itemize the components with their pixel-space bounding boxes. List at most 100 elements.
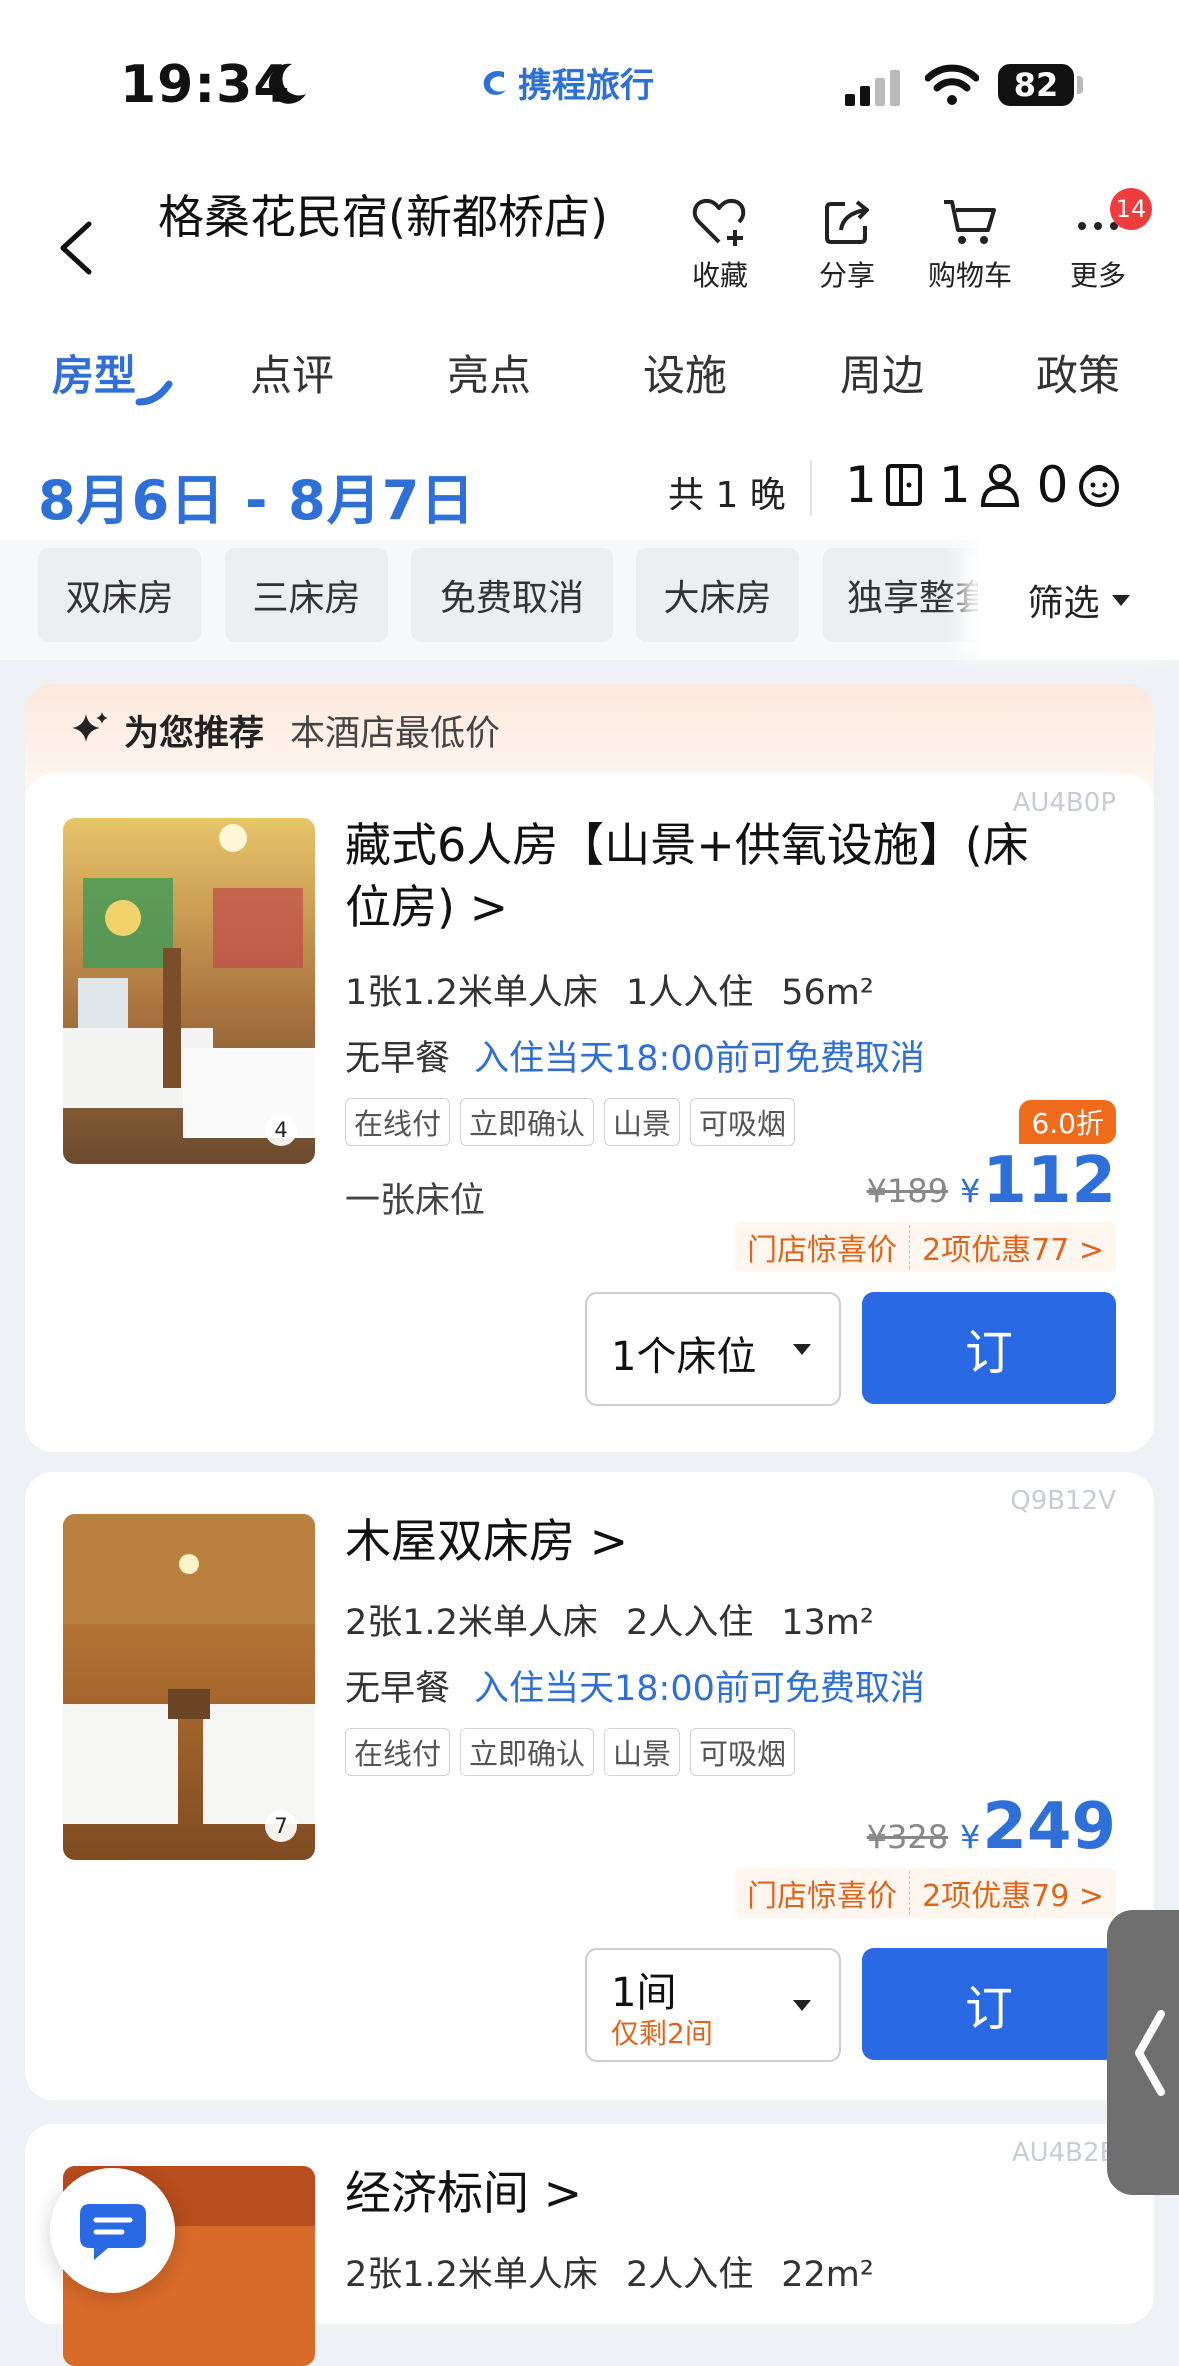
book-button[interactable]: 订 bbox=[862, 1292, 1116, 1404]
chevron-down-icon bbox=[793, 2000, 811, 2011]
back-arrow-icon[interactable] bbox=[55, 220, 95, 276]
tag: 在线付 bbox=[345, 1098, 451, 1146]
chip-free-cancel[interactable]: 免费取消 bbox=[411, 548, 613, 642]
chip-king-room[interactable]: 大床房 bbox=[636, 548, 799, 642]
room-policy: 无早餐 入住当天18:00前可免费取消 bbox=[345, 1030, 925, 1081]
share-label: 分享 bbox=[818, 259, 875, 292]
breakfast-info: 无早餐 bbox=[345, 1039, 451, 1079]
room-name-line1: 藏式6人房【山景+供氧设施】(床 bbox=[345, 818, 1029, 872]
stay-dates[interactable]: 8月6日 - 8月7日 bbox=[38, 456, 475, 535]
promo-detail: 2项优惠77 > bbox=[922, 1233, 1104, 1268]
tag: 山景 bbox=[604, 1098, 681, 1146]
promo-info[interactable]: 门店惊喜价 2项优惠77 > bbox=[735, 1222, 1116, 1272]
promo-label: 门店惊喜价 bbox=[735, 1225, 911, 1269]
room-photo-image bbox=[63, 1514, 315, 1860]
room-tags: 在线付 立即确认 山景 可吸烟 bbox=[345, 1728, 805, 1776]
tag: 山景 bbox=[604, 1728, 681, 1776]
battery-indicator: 82 bbox=[998, 64, 1074, 106]
adult-icon bbox=[980, 464, 1019, 507]
room-note: 一张床位 bbox=[345, 1181, 486, 1221]
cancel-policy: 入住当天18:00前可免费取消 bbox=[474, 1039, 925, 1079]
breakfast-info: 无早餐 bbox=[345, 1669, 451, 1709]
tab-highlights[interactable]: 亮点 bbox=[447, 342, 531, 403]
room-specs: 1张1.2米单人床 1人入住 56m² bbox=[345, 964, 874, 1015]
current-price: 112 bbox=[982, 1144, 1116, 1218]
room-tags: 在线付 立即确认 山景 可吸烟 bbox=[345, 1098, 805, 1146]
discount-badge: 6.0折 bbox=[1019, 1100, 1116, 1144]
promo-label: 门店惊喜价 bbox=[735, 1871, 911, 1915]
guest-selector[interactable]: 1 1 0 bbox=[845, 456, 1138, 514]
favorite-button[interactable]: 收藏 bbox=[665, 196, 775, 294]
bed-info: 2张1.2米单人床 bbox=[345, 2255, 598, 2295]
room-name[interactable]: 藏式6人房【山景+供氧设施】(床 位房) > bbox=[345, 814, 1029, 938]
tab-active-indicator bbox=[135, 380, 173, 406]
divider bbox=[810, 460, 812, 516]
tab-facilities[interactable]: 设施 bbox=[643, 342, 727, 403]
tab-policies[interactable]: 政策 bbox=[1036, 342, 1120, 403]
app-brand: 携程旅行 bbox=[478, 58, 654, 107]
quantity-value: 1个床位 bbox=[611, 1334, 757, 1380]
tab-room-types[interactable]: 房型 bbox=[52, 342, 136, 403]
wifi-icon bbox=[925, 64, 979, 105]
chevron-down-icon bbox=[1111, 594, 1130, 606]
rooms-count: 1 bbox=[845, 456, 877, 514]
current-price: 249 bbox=[982, 1790, 1116, 1864]
heart-plus-icon bbox=[692, 198, 746, 246]
hotel-title: 格桑花民宿(新都桥店) bbox=[158, 190, 608, 244]
tab-bar: 房型 点评 亮点 设施 周边 政策 bbox=[0, 320, 1179, 420]
chat-button[interactable] bbox=[50, 2168, 175, 2293]
tab-nearby[interactable]: 周边 bbox=[840, 342, 924, 403]
brand-text: 携程旅行 bbox=[518, 66, 654, 106]
room-photo-image bbox=[63, 818, 315, 1164]
price: ¥189 ¥ 112 bbox=[867, 1144, 1116, 1218]
recommend-title: 为您推荐 bbox=[124, 713, 265, 754]
room-name-line2: 位房) > bbox=[345, 880, 509, 934]
hotel-header: 格桑花民宿(新都桥店) 收藏 分享 购物车 更多 14 bbox=[0, 170, 1179, 320]
tab-reviews[interactable]: 点评 bbox=[250, 342, 334, 403]
promo-detail: 2项优惠79 > bbox=[922, 1879, 1104, 1914]
child-icon bbox=[1079, 465, 1120, 507]
children-count: 0 bbox=[1036, 456, 1069, 514]
promo-info[interactable]: 门店惊喜价 2项优惠79 > bbox=[735, 1868, 1116, 1918]
original-price: ¥189 bbox=[866, 1172, 949, 1210]
adults-count: 1 bbox=[938, 456, 971, 514]
quantity-selector[interactable]: 1个床位 bbox=[585, 1292, 841, 1406]
room-specs: 2张1.2米单人床 2人入住 22m² bbox=[345, 2246, 874, 2297]
filter-label: 筛选 bbox=[1027, 583, 1100, 624]
room-specs: 2张1.2米单人床 2人入住 13m² bbox=[345, 1594, 874, 1645]
filter-bar: 双床房 三床房 免费取消 大床房 独享整套 筛选 bbox=[0, 540, 1179, 660]
currency-symbol: ¥ bbox=[960, 1818, 981, 1856]
chip-triple-room[interactable]: 三床房 bbox=[225, 548, 388, 642]
more-label: 更多 bbox=[1069, 259, 1126, 292]
cart-button[interactable]: 购物车 bbox=[915, 196, 1025, 294]
area-info: 56m² bbox=[781, 973, 874, 1013]
book-button[interactable]: 订 bbox=[862, 1948, 1116, 2060]
room-card[interactable]: AU4B0P 4 藏式6人房【山景+供氧设施】(床 位房) > 1张1.2米单人… bbox=[25, 774, 1154, 1452]
room-name[interactable]: 木屋双床房 > bbox=[345, 1510, 628, 1572]
nights-count: 共 1 晚 bbox=[668, 475, 786, 516]
side-collapse-tab[interactable] bbox=[1107, 1910, 1179, 2195]
share-button[interactable]: 分享 bbox=[792, 196, 902, 294]
cart-icon bbox=[944, 200, 996, 244]
cart-label: 购物车 bbox=[927, 259, 1012, 292]
recommend-header: 为您推荐 本酒店最低价 bbox=[25, 684, 500, 776]
filter-button[interactable]: 筛选 bbox=[978, 540, 1179, 660]
occupancy-info: 2人入住 bbox=[625, 2255, 754, 2295]
rooms-left: 仅剩2间 bbox=[611, 2017, 713, 2050]
recommend-subtitle: 本酒店最低价 bbox=[290, 713, 501, 754]
battery-tip bbox=[1077, 76, 1083, 94]
room-card[interactable]: Q9B12V 7 木屋双床房 > 2张1.2米单人床 2人入住 13m² 无早餐 入住… bbox=[25, 1472, 1154, 2100]
signal-icon bbox=[845, 70, 900, 106]
occupancy-info: 1人入住 bbox=[625, 973, 754, 1013]
quantity-selector[interactable]: 1间 仅剩2间 bbox=[585, 1948, 841, 2062]
cancel-policy: 入住当天18:00前可免费取消 bbox=[474, 1669, 925, 1709]
chevron-left-icon bbox=[1135, 2010, 1165, 2096]
room-card[interactable]: AU4B2E 经济标间 > 2张1.2米单人床 2人入住 22m² bbox=[25, 2124, 1154, 2366]
moon-icon bbox=[268, 63, 306, 104]
room-photo[interactable]: 4 bbox=[63, 818, 315, 1164]
chip-twin-room[interactable]: 双床房 bbox=[38, 548, 201, 642]
ctrip-logo-icon bbox=[483, 70, 506, 95]
room-name[interactable]: 经济标间 > bbox=[345, 2162, 582, 2224]
chat-icon bbox=[80, 2204, 146, 2260]
room-photo[interactable]: 7 bbox=[63, 1514, 315, 1860]
